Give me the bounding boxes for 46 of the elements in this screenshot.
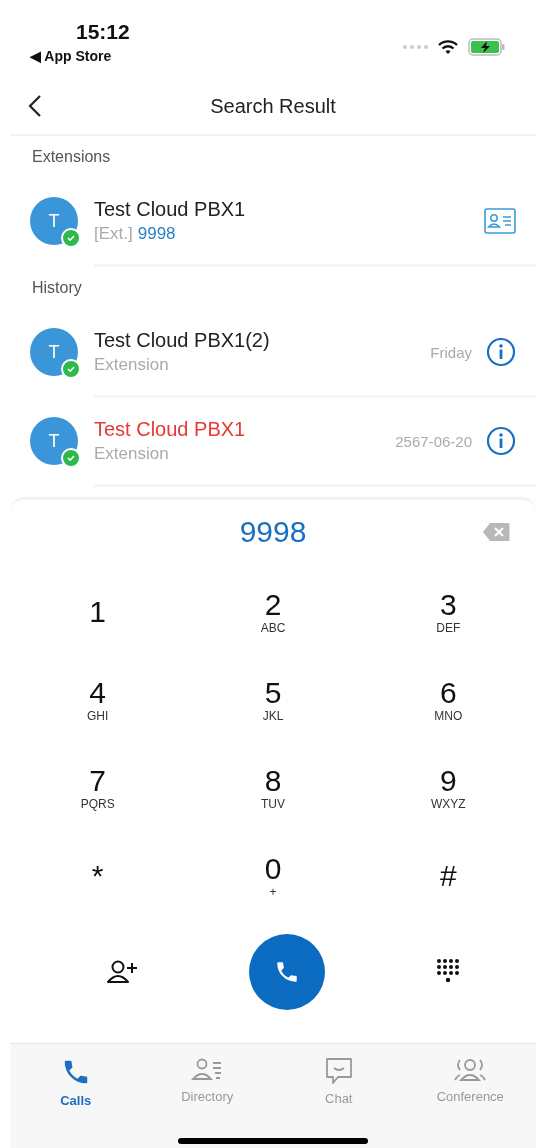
call-type: Extension (94, 444, 170, 464)
dial-key[interactable]: 6 MNO (360, 656, 536, 744)
info-icon[interactable] (486, 426, 516, 456)
chat-bubble-icon (324, 1057, 353, 1085)
contact-avatar: T (30, 197, 78, 245)
contact-name: Test Cloud PBX1 (94, 198, 247, 221)
contact-card-icon[interactable] (484, 208, 516, 234)
tab[interactable]: Calls (10, 1056, 142, 1109)
group-icon (453, 1057, 488, 1083)
battery-charging-icon (468, 38, 506, 56)
dial-key[interactable]: 3 DEF (360, 568, 536, 656)
contact-list-icon (191, 1057, 224, 1083)
dial-key[interactable]: # (360, 832, 536, 920)
contact-name: Test Cloud PBX1(2) (94, 329, 271, 352)
contact-avatar: T (30, 417, 78, 465)
dial-key[interactable]: 0 + (185, 832, 361, 920)
online-check-icon (61, 448, 81, 468)
status-time: 15:12 (76, 20, 130, 44)
dial-key[interactable]: 9 WXYZ (360, 744, 536, 832)
section-header: Extensions (31, 147, 111, 167)
back-chevron-icon[interactable] (28, 94, 42, 118)
cellular-signal-icon (402, 44, 428, 50)
dial-key[interactable]: 8 TUV (185, 744, 361, 832)
phone-icon (274, 959, 300, 985)
call-type: Extension (94, 355, 170, 375)
extension-prefix: [Ext.] (94, 224, 133, 244)
contact-name: Test Cloud PBX1 (94, 418, 247, 441)
back-to-app-link[interactable]: ◀ App Store (30, 48, 112, 64)
section-header: History (31, 278, 82, 298)
wifi-icon (438, 39, 458, 55)
dialed-number: 9998 (239, 515, 307, 549)
online-check-icon (61, 359, 81, 379)
dial-key[interactable]: 7 PQRS (10, 744, 186, 832)
add-contact-icon[interactable] (105, 959, 138, 985)
online-check-icon (61, 228, 81, 248)
dial-key[interactable]: 2 ABC (185, 568, 361, 656)
contact-avatar: T (30, 328, 78, 376)
page-title: Search Result (210, 94, 336, 118)
dial-key[interactable]: * (10, 832, 186, 920)
dial-key[interactable]: 5 JKL (185, 656, 361, 744)
info-icon[interactable] (486, 337, 516, 367)
call-time: 2567-06-20 (395, 432, 472, 450)
call-time: Friday (430, 343, 472, 361)
dial-key[interactable]: 1 (10, 568, 186, 656)
dial-key[interactable]: 4 GHI (10, 656, 186, 744)
extension-number: 9998 (137, 224, 176, 244)
